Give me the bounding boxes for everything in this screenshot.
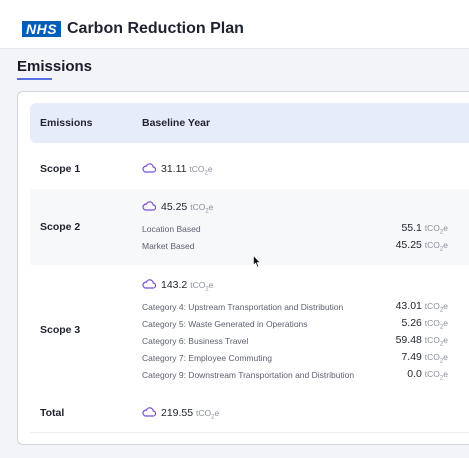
row-label-scope-2: Scope 2	[40, 221, 81, 233]
row-value-total: 219.55 tCO2e	[142, 406, 219, 425]
section-title: Emissions	[17, 58, 93, 75]
sub-item-label: Category 6: Business Travel	[142, 336, 249, 346]
sub-item-label: Location Based	[142, 224, 201, 234]
column-header-emissions: Emissions	[40, 117, 93, 129]
unit-label: tCO2e	[190, 280, 214, 293]
unit-label: tCO2e	[196, 408, 220, 421]
top-bar: NHS Carbon Reduction Plan	[0, 0, 469, 49]
row-label-scope-3: Scope 3	[40, 324, 81, 336]
sub-item-label: Category 7: Employee Commuting	[142, 353, 272, 363]
row-label-total: Total	[40, 407, 65, 419]
value-text: 45.25	[161, 201, 188, 213]
unit-label: tCO2e	[190, 202, 214, 215]
row-divider	[30, 432, 469, 433]
cloud-icon	[142, 201, 156, 211]
table-row-total	[30, 393, 469, 433]
row-value-scope-1: 31.11 tCO2e	[142, 162, 213, 181]
sub-item-value: 55.1 tCO2e	[401, 222, 448, 236]
sub-item-value: 45.25 tCO2e	[395, 239, 448, 253]
value-text: 143.2	[161, 279, 188, 291]
cloud-icon	[142, 407, 156, 417]
cloud-icon	[142, 279, 156, 289]
row-value-scope-2: 45.25 tCO2e	[142, 200, 213, 219]
sub-item-value: 59.48 tCO2e	[395, 334, 448, 348]
nhs-logo: NHS	[22, 21, 62, 37]
sub-item-label: Category 9: Downstream Transportation an…	[142, 370, 355, 380]
column-header-baseline-year: Baseline Year	[142, 117, 211, 129]
section-underline	[17, 78, 52, 80]
row-value-scope-3: 143.2 tCO2e	[142, 278, 213, 297]
mouse-pointer-icon	[253, 255, 261, 268]
row-label-scope-1: Scope 1	[40, 163, 81, 175]
sub-item-label: Category 4: Upstream Transportation and …	[142, 302, 344, 312]
sub-item-value: 7.49 tCO2e	[401, 351, 448, 365]
table-row-scope-1	[30, 143, 469, 189]
sub-item-value: 5.26 tCO2e	[401, 317, 448, 331]
unit-label: tCO2e	[189, 164, 213, 177]
sub-item-label: Category 5: Waste Generated in Operation…	[142, 319, 308, 329]
table-header: Emissions Baseline Year	[30, 103, 469, 143]
value-text: 219.55	[161, 407, 194, 419]
app-title: Carbon Reduction Plan	[67, 20, 244, 37]
sub-item-label: Market Based	[142, 241, 195, 251]
sub-item-value: 0.0 tCO2e	[407, 368, 448, 382]
cloud-icon	[142, 163, 156, 173]
sub-item-value: 43.01 tCO2e	[395, 300, 448, 314]
value-text: 31.11	[161, 163, 187, 175]
